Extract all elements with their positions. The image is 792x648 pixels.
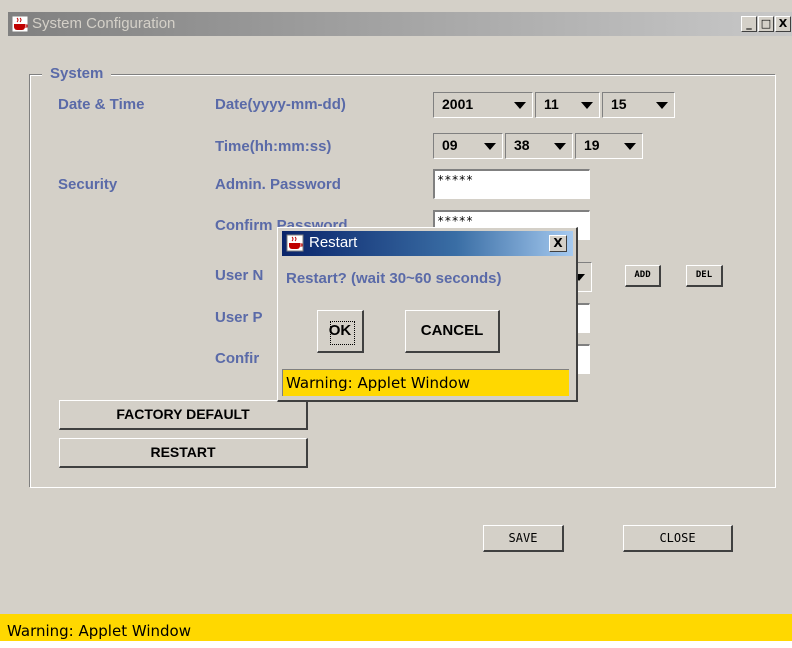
dialog-title-bar[interactable]: Restart X — [282, 231, 573, 256]
chevron-down-icon — [581, 102, 593, 109]
hour-select[interactable]: 09 — [433, 133, 503, 159]
month-select[interactable]: 11 — [535, 92, 600, 118]
cancel-button[interactable]: CANCEL — [405, 310, 500, 353]
save-button[interactable]: SAVE — [483, 525, 564, 552]
delete-user-button[interactable]: DEL — [686, 265, 723, 287]
factory-default-button[interactable]: FACTORY DEFAULT — [59, 400, 308, 430]
minimize-button[interactable]: _ — [741, 16, 757, 32]
java-cup-icon — [11, 15, 29, 33]
date-time-label: Date & Time — [58, 96, 145, 113]
time-format-label: Time(hh:mm:ss) — [215, 138, 332, 155]
dialog-title: Restart — [309, 234, 358, 251]
confirm-user-password-label: Confir — [215, 350, 260, 367]
user-password-label: User P — [215, 309, 263, 326]
admin-password-field[interactable]: ***** — [433, 169, 590, 199]
admin-password-label: Admin. Password — [215, 176, 341, 193]
window-title: System Configuration — [32, 15, 176, 32]
dialog-close-button[interactable]: X — [549, 235, 567, 252]
chevron-down-icon — [624, 143, 636, 150]
focus-rect — [330, 321, 355, 345]
year-value: 2001 — [442, 96, 474, 112]
minute-value: 38 — [514, 137, 530, 153]
month-value: 11 — [544, 96, 559, 112]
chevron-down-icon — [484, 143, 496, 150]
chevron-down-icon — [514, 102, 526, 109]
day-value: 15 — [611, 96, 627, 112]
dialog-message: Restart? (wait 30~60 seconds) — [286, 270, 502, 287]
close-button[interactable]: CLOSE — [623, 525, 733, 552]
minute-select[interactable]: 38 — [505, 133, 573, 159]
user-name-label: User N — [215, 267, 264, 284]
system-group-title: System — [42, 65, 112, 82]
security-label: Security — [58, 176, 118, 193]
day-select[interactable]: 15 — [602, 92, 675, 118]
restart-button[interactable]: RESTART — [59, 438, 308, 468]
date-format-label: Date(yyyy-mm-dd) — [215, 96, 346, 113]
second-select[interactable]: 19 — [575, 133, 643, 159]
add-user-button[interactable]: ADD — [625, 265, 661, 287]
year-select[interactable]: 2001 — [433, 92, 533, 118]
dialog-warning-bar: Warning: Applet Window — [282, 369, 569, 396]
applet-warning-bar: Warning: Applet Window — [0, 614, 792, 641]
chevron-down-icon — [656, 102, 668, 109]
maximize-button[interactable]: □ — [758, 16, 774, 32]
java-cup-icon — [286, 234, 304, 252]
title-bar[interactable]: System Configuration _ □ X — [8, 12, 792, 36]
restart-dialog: Restart X Restart? (wait 30~60 seconds) … — [277, 227, 578, 402]
second-value: 19 — [584, 137, 600, 153]
hour-value: 09 — [442, 137, 458, 153]
ok-button[interactable]: OK — [317, 310, 364, 353]
chevron-down-icon — [554, 143, 566, 150]
window-close-button[interactable]: X — [775, 16, 791, 32]
